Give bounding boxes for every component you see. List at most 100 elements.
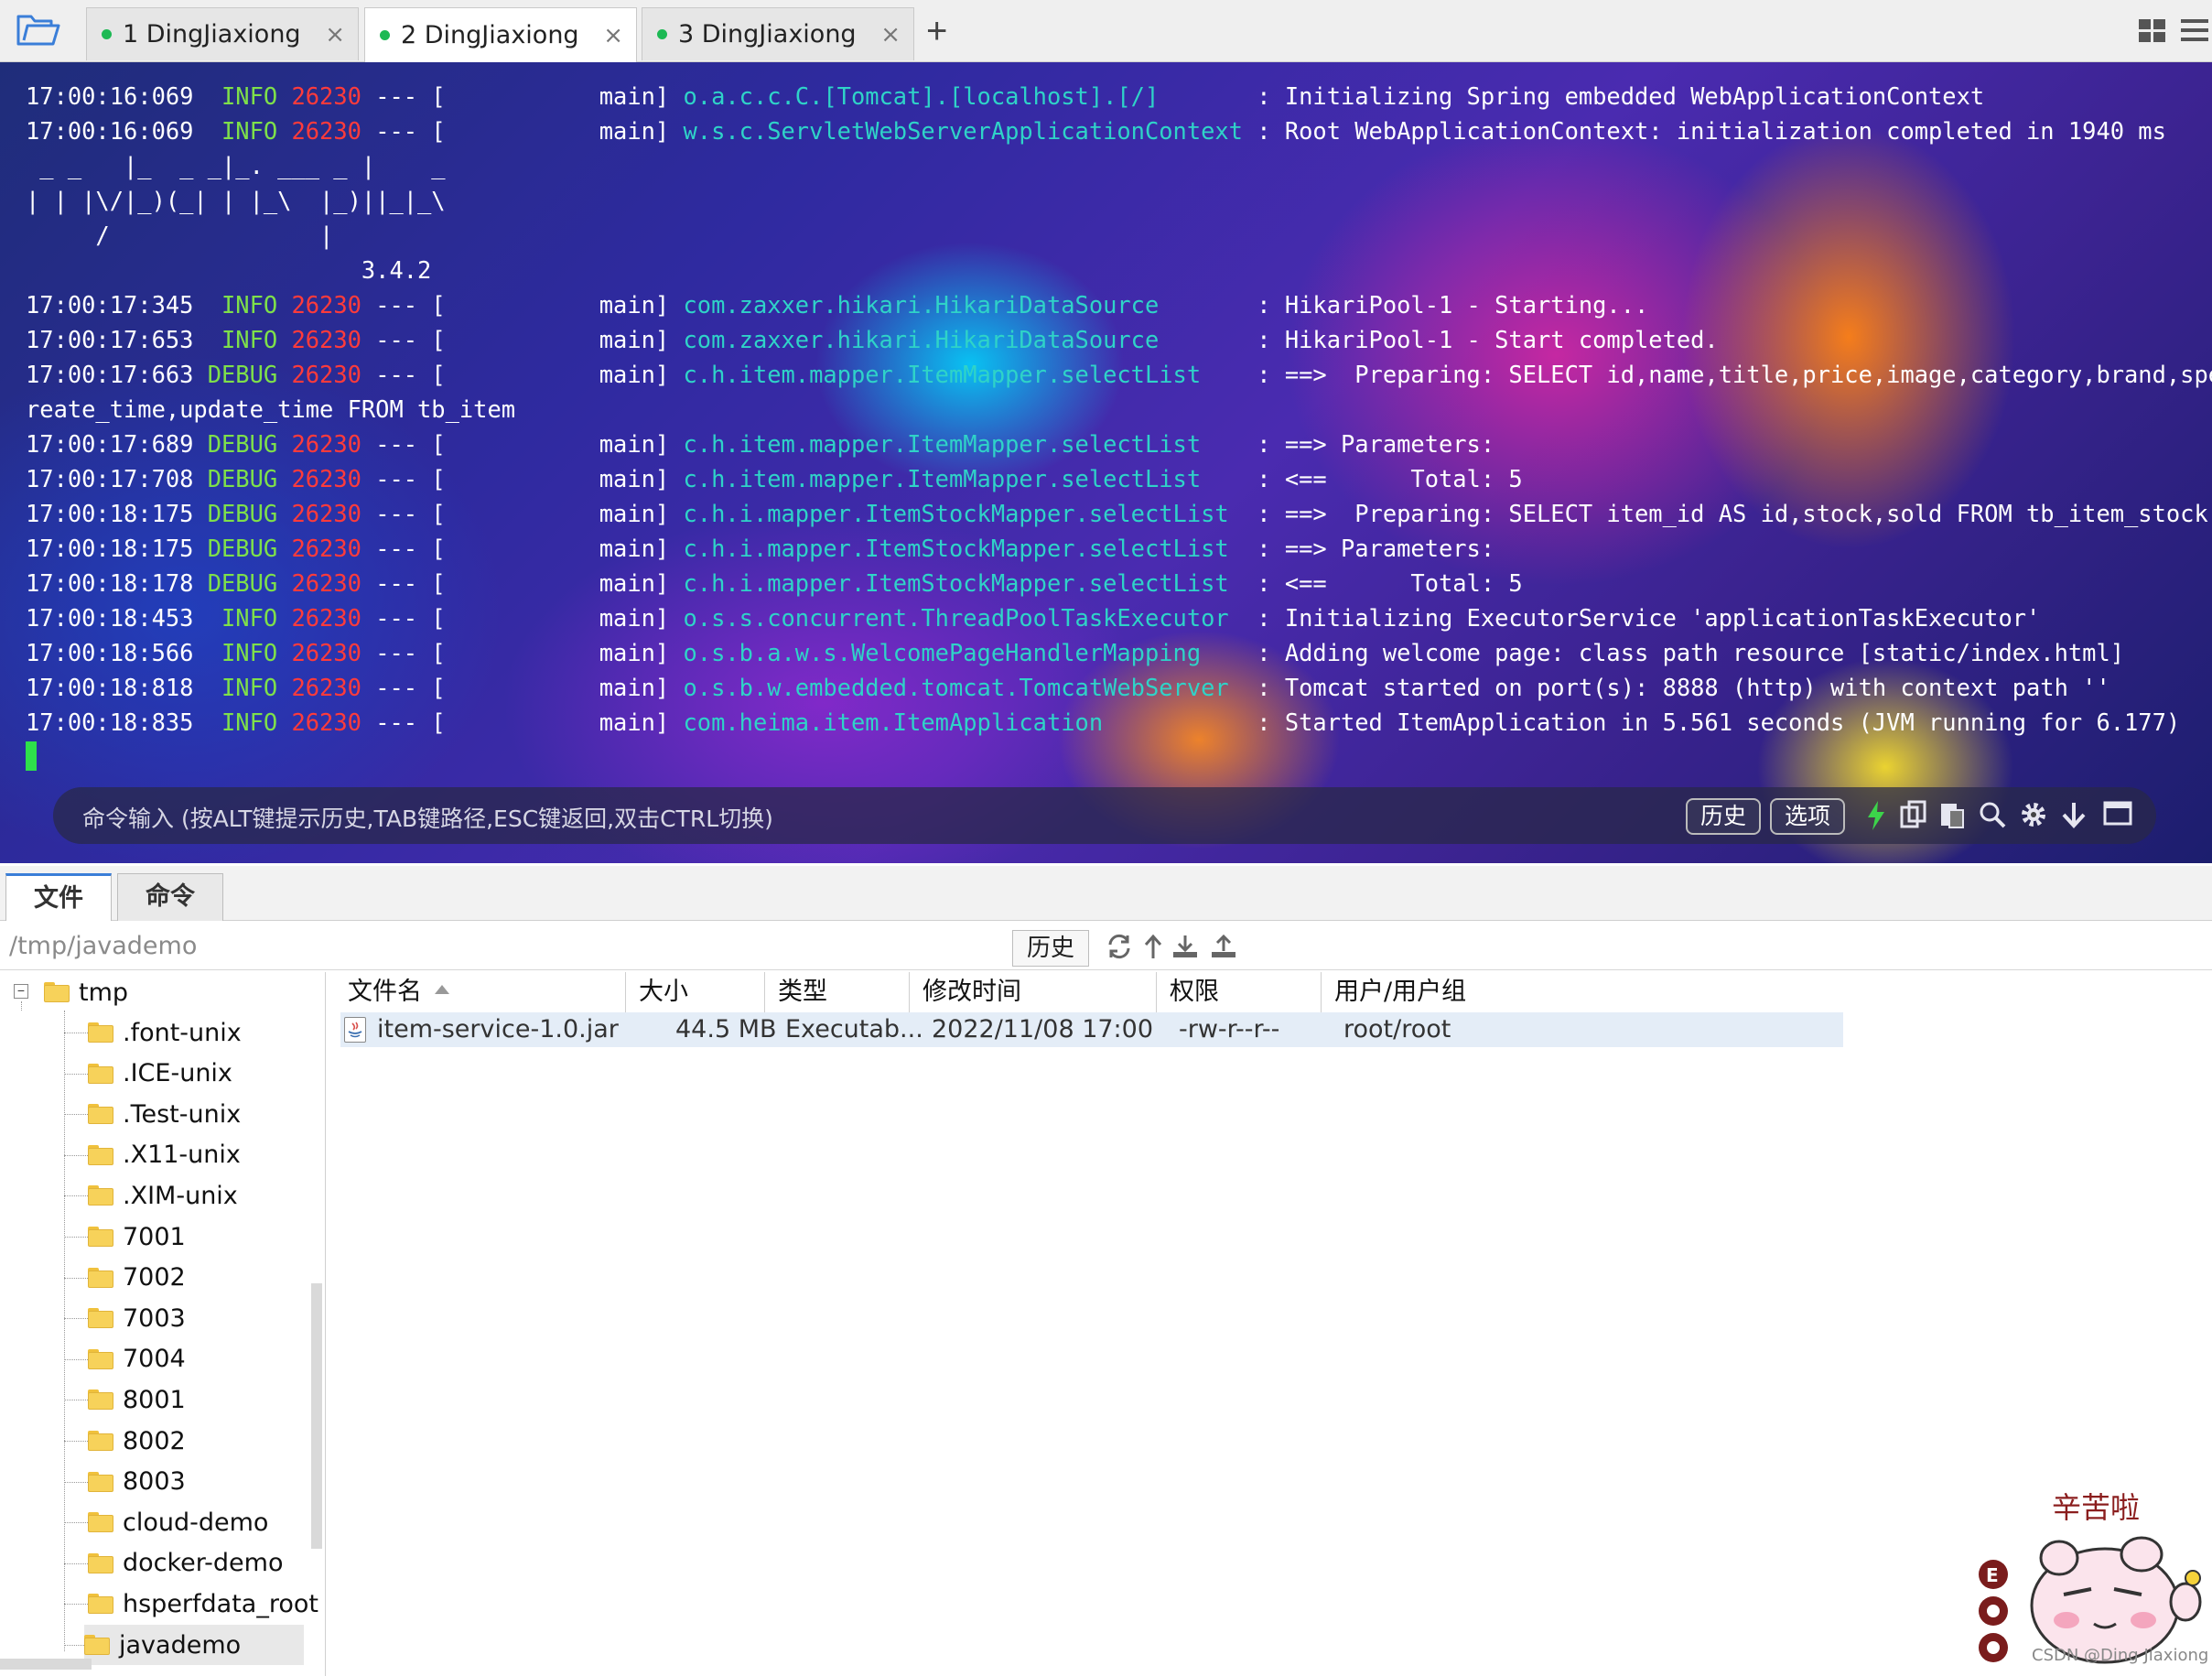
session-tab-2[interactable]: 2 DingJiaxiong × [364,7,637,62]
download-icon[interactable] [1171,934,1199,964]
log-level: DEBUG [207,535,278,562]
menu-icon[interactable] [2180,16,2209,49]
log-lines: 17:00:16:069 INFO 26230 --- [ main] o.a.… [26,79,2212,740]
log-thread: main] [445,500,670,527]
tree-guide-line [64,1195,88,1197]
close-tab-icon[interactable]: × [603,22,623,49]
tree-item-7002[interactable]: 7002 [88,1258,186,1298]
close-tab-icon[interactable]: × [325,21,345,49]
command-input-placeholder[interactable]: 命令输入 (按ALT键提示历史,TAB键路径,ESC键返回,双击CTRL切换) [82,801,773,834]
path-history-button[interactable]: 历史 [1012,930,1089,967]
log-logger: o.s.b.a.w.s.WelcomePageHandlerMapping [683,639,1257,666]
command-input-bar[interactable]: 命令输入 (按ALT键提示历史,TAB键路径,ESC键返回,双击CTRL切换) … [53,787,2156,844]
upload-icon[interactable] [1210,934,1237,964]
command-options-button[interactable]: 选项 [1770,798,1846,835]
log-thread: main] [445,326,670,353]
layout-grid-icon[interactable] [2138,18,2167,49]
folder-icon [88,1227,113,1247]
log-pid: 26230 [291,535,361,562]
lightning-icon[interactable] [1865,800,1887,836]
tree-item-docker-demo[interactable]: docker-demo [88,1543,283,1584]
command-history-button[interactable]: 历史 [1686,798,1762,835]
file-row[interactable]: item-service-1.0.jar 44.5 MB Executab...… [340,1012,1843,1047]
column-header-type[interactable]: 类型 [765,972,910,1012]
tab-files[interactable]: 文件 [5,873,112,921]
session-tab-1[interactable]: 1 DingJiaxiong × [86,7,359,60]
file-list[interactable]: 文件名 大小 类型 修改时间 权限 用户/用户组 item-service-1.… [335,972,2212,1676]
log-separator: --- [ [361,639,446,666]
tree-item-x11-unix[interactable]: .X11-unix [88,1135,241,1175]
tree-guide-line [64,1073,88,1075]
log-line: / | [26,218,2212,253]
tree-scrollbar[interactable] [311,1283,322,1549]
path-input[interactable]: /tmp/javademo [9,932,197,960]
tree-guide-line [64,1277,88,1279]
column-header-permissions[interactable]: 权限 [1157,972,1322,1012]
file-permissions: -rw-r--r-- [1179,1015,1280,1043]
parent-dir-icon[interactable] [1142,934,1164,964]
tree-item-font-unix[interactable]: .font-unix [88,1012,242,1053]
arrow-down-icon[interactable] [2061,800,2087,834]
tree-item-ice-unix[interactable]: .ICE-unix [88,1054,232,1094]
refresh-icon[interactable] [1106,934,1133,964]
collapse-toggle-icon[interactable]: − [14,984,28,999]
tree-item-javademo[interactable]: javademo [84,1625,304,1665]
log-separator: --- [ [361,708,446,736]
log-thread: main] [445,291,670,319]
log-message: : Started ItemApplication in 5.561 secon… [1257,708,2181,736]
gear-icon[interactable] [2019,800,2048,834]
tree-guide-line [64,1358,88,1360]
column-header-size[interactable]: 大小 [626,972,765,1012]
tree-item-8002[interactable]: 8002 [88,1421,186,1461]
tree-item-7004[interactable]: 7004 [88,1339,186,1379]
log-separator: --- [ [361,82,446,110]
log-line: 17:00:17:345 INFO 26230 --- [ main] com.… [26,287,2212,322]
terminal-cursor [26,741,37,771]
log-thread: main] [445,117,670,145]
add-tab-button[interactable]: + [926,11,947,51]
tree-item-8003[interactable]: 8003 [88,1462,186,1502]
log-line: 17:00:16:069 INFO 26230 --- [ main] o.a.… [26,79,2212,114]
file-list-header: 文件名 大小 类型 修改时间 权限 用户/用户组 [335,972,2212,1012]
tree-item-7003[interactable]: 7003 [88,1298,186,1338]
terminal-output[interactable]: 17:00:16:069 INFO 26230 --- [ main] o.a.… [0,62,2212,863]
tree-item-test-unix[interactable]: .Test-unix [88,1094,241,1134]
search-icon[interactable] [1979,800,2006,834]
tree-item-hsperfdata-root[interactable]: hsperfdata_root [88,1584,318,1624]
log-message: : ==> Parameters: [1257,430,1509,458]
log-level: DEBUG [207,361,278,388]
tab-commands[interactable]: 命令 [117,873,223,921]
tree-item-label: .ICE-unix [123,1059,232,1088]
java-jar-icon [344,1017,366,1043]
log-line: 17:00:18:175 DEBUG 26230 --- [ main] c.h… [26,496,2212,531]
log-logger: c.h.item.mapper.ItemMapper.selectList [683,361,1257,388]
log-level: INFO [207,117,278,145]
log-thread: main] [445,639,670,666]
session-tab-3[interactable]: 3 DingJiaxiong × [642,7,914,60]
log-thread: main] [445,82,670,110]
column-header-modified[interactable]: 修改时间 [910,972,1157,1012]
tree-item-tmp[interactable]: tmp [44,972,128,1012]
tree-item-8001[interactable]: 8001 [88,1379,186,1420]
log-thread: main] [445,361,670,388]
log-timestamp: 17:00:17:708 [26,465,194,492]
tree-guide-line [64,1318,88,1320]
column-header-owner[interactable]: 用户/用户组 [1322,972,1596,1012]
open-folder-icon[interactable] [16,13,62,49]
log-line: 17:00:18:566 INFO 26230 --- [ main] o.s.… [26,635,2212,670]
paste-icon[interactable] [1938,800,1966,834]
tree-item-7001[interactable]: 7001 [88,1216,186,1257]
tree-item-cloud-demo[interactable]: cloud-demo [88,1502,268,1542]
log-message: : Initializing ExecutorService 'applicat… [1257,604,2041,632]
directory-tree[interactable]: − tmp .font-unix .ICE-unix .Test-unix .X11-… [0,972,326,1676]
copy-icon[interactable] [1900,800,1927,834]
tab-label: 1 DingJiaxiong [123,20,301,49]
sort-ascending-icon [435,985,449,994]
close-tab-icon[interactable]: × [880,21,901,49]
tree-item-label: docker-demo [123,1549,284,1578]
tree-item-label: 7003 [123,1303,186,1333]
tree-item-xim-unix[interactable]: .XIM-unix [88,1175,238,1216]
tree-horizontal-scrollbar[interactable] [0,1659,92,1670]
column-header-name[interactable]: 文件名 [335,972,626,1012]
maximize-icon[interactable] [2103,800,2132,832]
